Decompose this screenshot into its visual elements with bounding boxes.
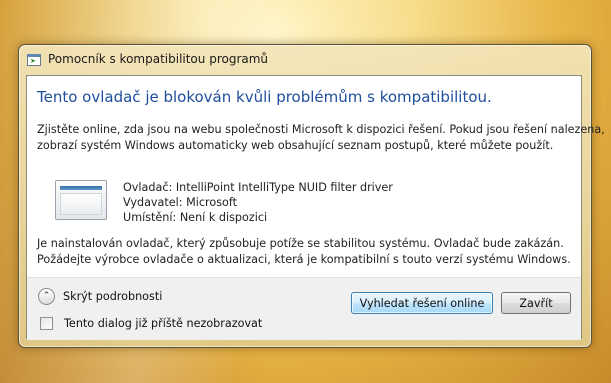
description-line: zobrazí systém Windows automaticky web o…	[37, 139, 554, 152]
hide-details-toggle[interactable]: ⌃ Skrýt podrobnosti	[38, 286, 162, 306]
dont-show-again-label: Tento dialog již příště nezobrazovat	[64, 317, 263, 330]
warning-text: Je nainstalován ovladač, který způsobuje…	[37, 236, 571, 268]
hide-details-label: Skrýt podrobnosti	[63, 289, 163, 303]
description-text: Zjistěte online, zda jsou na webu společ…	[37, 122, 605, 154]
main-instruction: Tento ovladač je blokován kvůli problémů…	[37, 88, 492, 106]
warning-line: Je nainstalován ovladač, který způsobuje…	[37, 237, 564, 250]
driver-icon	[55, 180, 107, 220]
compatibility-dialog-window: ➤ Pomocník s kompatibilitou programů Ten…	[18, 44, 605, 348]
dialog-content: Tento ovladač je blokován kvůli problémů…	[26, 75, 605, 340]
description-line: Zjistěte online, zda jsou na webu společ…	[37, 123, 605, 136]
driver-details: Ovladač: IntelliPoint IntelliType NUID f…	[123, 180, 393, 225]
title-bar[interactable]: ➤ Pomocník s kompatibilitou programů	[19, 45, 591, 75]
dont-show-again-checkbox[interactable]	[40, 317, 53, 330]
program-compatibility-icon: ➤	[27, 54, 41, 66]
search-solution-online-button[interactable]: Vyhledat řešení online	[351, 292, 493, 314]
window-title: Pomocník s kompatibilitou programů	[48, 52, 269, 66]
dialog-footer: ⌃ Skrýt podrobnosti Vyhledat řešení onli…	[27, 277, 581, 340]
driver-location: Umístění: Není k dispozici	[123, 211, 268, 224]
close-button[interactable]: Zavřít	[501, 292, 571, 314]
driver-name: Ovladač: IntelliPoint IntelliType NUID f…	[123, 181, 393, 194]
driver-publisher: Vydavatel: Microsoft	[123, 196, 238, 209]
chevron-up-icon: ⌃	[38, 287, 55, 305]
warning-line: Požádejte výrobce ovladače o aktualizaci…	[37, 253, 571, 266]
dont-show-again-option[interactable]: Tento dialog již příště nezobrazovat	[40, 317, 262, 330]
